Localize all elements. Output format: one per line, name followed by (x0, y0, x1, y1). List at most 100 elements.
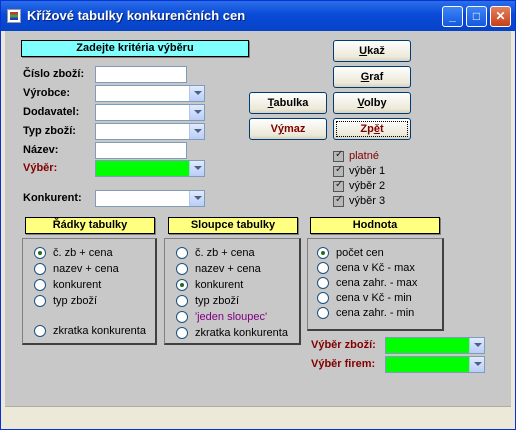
close-button[interactable]: ✕ (490, 6, 511, 27)
vymaz-label-pre: V (270, 123, 278, 135)
vyrobce-label: Výrobce: (23, 87, 71, 99)
checkbox-label: platné (349, 150, 379, 163)
radio-icon[interactable] (176, 327, 188, 340)
radky-option-nazev-cena[interactable]: nazev + cena (34, 263, 119, 277)
checkbox-vyber-3[interactable]: výběr 3 (333, 194, 385, 209)
nazev-field[interactable] (95, 142, 187, 159)
radio-label: nazev + cena (53, 263, 119, 276)
check-icon[interactable] (333, 179, 344, 192)
radio-icon[interactable] (317, 277, 329, 290)
vyber-label: Výběr: (23, 162, 58, 174)
chevron-down-icon[interactable] (189, 161, 204, 176)
radio-label: 'jeden sloupec' (195, 311, 268, 324)
chevron-down-icon[interactable] (189, 191, 204, 206)
hodnota-option-cena-zahr-min[interactable]: cena zahr. - min (317, 307, 414, 321)
typ-zbozi-combo[interactable] (95, 123, 205, 140)
radio-icon[interactable] (34, 263, 46, 276)
vyrobce-combo[interactable] (95, 85, 205, 102)
cislo-zbozi-label: Číslo zboží: (23, 68, 85, 80)
checkbox-label: výběr 2 (349, 180, 386, 193)
vyber-firem-combo[interactable] (385, 356, 485, 373)
radio-label: č. zb + cena (53, 247, 113, 260)
radio-label: cena v Kč - max (336, 262, 415, 275)
sloupce-option-nazev-cena[interactable]: nazev + cena (176, 263, 261, 277)
radio-icon[interactable] (176, 295, 188, 308)
nazev-label: Název: (23, 144, 59, 156)
minimize-button[interactable]: _ (442, 6, 463, 27)
typ-zbozi-label: Typ zboží: (23, 125, 76, 137)
sloupce-option-konkurent[interactable]: konkurent (176, 279, 243, 293)
check-icon[interactable] (333, 194, 344, 207)
sloupce-option-zkratka[interactable]: zkratka konkurenta (176, 327, 288, 341)
volby-button[interactable]: Volby (333, 92, 411, 114)
radio-icon[interactable] (176, 247, 188, 260)
konkurent-combo[interactable] (95, 190, 205, 207)
hodnota-option-cena-kc-max[interactable]: cena v Kč - max (317, 262, 415, 276)
graf-mnemonic: G (360, 71, 370, 83)
radio-icon[interactable] (34, 295, 46, 308)
vymaz-button[interactable]: Výmaz (249, 118, 327, 140)
radio-icon[interactable] (176, 263, 188, 276)
radky-option-cislo-cena[interactable]: č. zb + cena (34, 247, 113, 261)
chevron-down-icon[interactable] (189, 124, 204, 139)
radky-option-typ-zbozi[interactable]: typ zboží (34, 295, 97, 309)
radio-icon[interactable] (34, 325, 46, 338)
ukaz-button[interactable]: Ukaž (333, 40, 411, 62)
vymaz-label-post: maz (284, 123, 306, 135)
radio-label: konkurent (195, 279, 244, 292)
zpet-label-pre: Zp (360, 123, 374, 135)
zpet-label-post: t (379, 123, 384, 135)
app-icon (7, 9, 21, 23)
dodavatel-combo[interactable] (95, 104, 205, 121)
chevron-down-icon[interactable] (189, 86, 204, 101)
sloupce-option-cislo-cena[interactable]: č. zb + cena (176, 247, 255, 261)
chevron-down-icon[interactable] (189, 105, 204, 120)
hodnota-option-cena-kc-min[interactable]: cena v Kč - min (317, 292, 412, 306)
radio-label: konkurent (53, 279, 102, 292)
sloupce-header: Sloupce tabulky (168, 217, 298, 234)
radio-icon[interactable] (176, 311, 188, 324)
checkbox-vyber-1[interactable]: výběr 1 (333, 164, 385, 179)
maximize-button[interactable]: □ (466, 6, 487, 27)
radio-label: č. zb + cena (195, 247, 255, 260)
radio-icon[interactable] (317, 292, 329, 305)
radky-option-konkurent[interactable]: konkurent (34, 279, 101, 293)
check-icon[interactable] (333, 149, 344, 162)
tabulka-button[interactable]: Tabulka (249, 92, 327, 114)
radio-label: zkratka konkurenta (195, 327, 288, 340)
sloupce-option-jeden-sloupec[interactable]: 'jeden sloupec' (176, 311, 267, 325)
criteria-header: Zadejte kritéria výběru (21, 40, 249, 57)
radio-label: cena v Kč - min (336, 292, 412, 305)
vyber-zbozi-combo[interactable] (385, 337, 485, 354)
zpet-button[interactable]: Zpět (333, 118, 411, 140)
radio-icon[interactable] (317, 307, 329, 320)
vyber-combo[interactable] (95, 160, 205, 177)
radio-selected-icon[interactable] (34, 247, 46, 260)
checkbox-platne[interactable]: platné (333, 149, 379, 164)
hodnota-option-pocet-cen[interactable]: počet cen (317, 247, 384, 261)
graf-label: raf (369, 71, 384, 83)
sloupce-option-typ-zbozi[interactable]: typ zboží (176, 295, 239, 309)
volby-label: olby (363, 97, 387, 109)
vyber-firem-label: Výběr firem: (311, 358, 376, 370)
window-title: Křížové tabulky konkurenčních cen (27, 8, 246, 23)
status-bar (5, 406, 511, 426)
radio-label: typ zboží (195, 295, 240, 308)
graf-button[interactable]: Graf (333, 66, 411, 88)
tabulka-label: abulka (273, 97, 309, 109)
hodnota-option-cena-zahr-max[interactable]: cena zahr. - max (317, 277, 417, 291)
radio-selected-icon[interactable] (317, 247, 329, 260)
radio-selected-icon[interactable] (176, 279, 188, 292)
checkbox-vyber-2[interactable]: výběr 2 (333, 179, 386, 194)
radio-icon[interactable] (317, 262, 329, 275)
chevron-down-icon[interactable] (469, 338, 484, 353)
radky-option-zkratka[interactable]: zkratka konkurenta (34, 325, 146, 339)
radio-icon[interactable] (34, 279, 46, 292)
radio-label: cena zahr. - max (336, 277, 418, 290)
check-icon[interactable] (333, 164, 344, 177)
cislo-zbozi-field[interactable] (95, 66, 187, 83)
radky-group: č. zb + cena nazev + cena konkurent typ … (22, 238, 157, 345)
window: Křížové tabulky konkurenčních cen _ □ ✕ … (0, 0, 516, 430)
radio-label: typ zboží (53, 295, 98, 308)
chevron-down-icon[interactable] (469, 357, 484, 372)
